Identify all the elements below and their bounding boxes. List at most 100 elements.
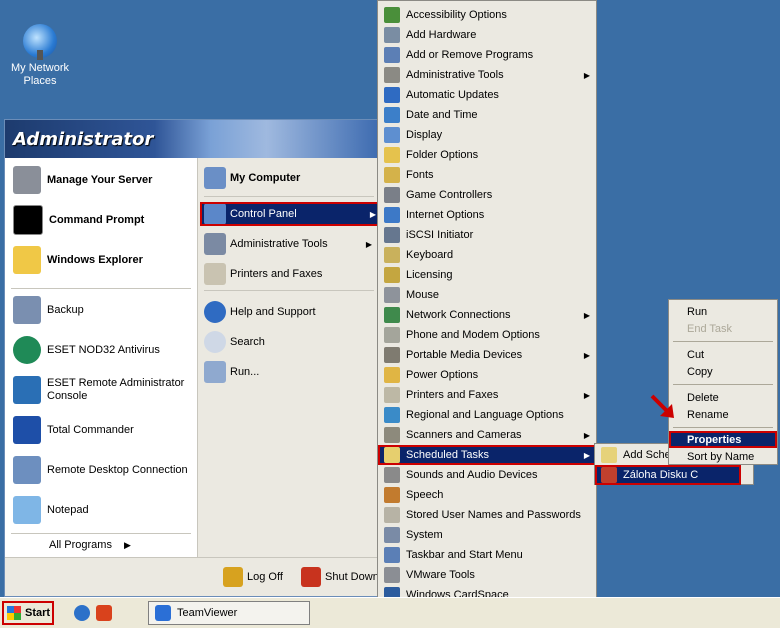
zaloha-disku-c-item[interactable]: Záloha Disku C [595, 465, 741, 485]
control-panel-item[interactable]: Licensing [378, 265, 596, 285]
ctx-label: Cut [687, 348, 705, 361]
floppy-icon [13, 416, 41, 444]
control-panel-item[interactable]: Scanners and Cameras ▶ [378, 425, 596, 445]
windows-explorer-item[interactable]: Windows Explorer [13, 244, 143, 276]
start-button[interactable]: Start [2, 601, 54, 625]
printers-faxes-item[interactable]: Printers and Faxes [204, 262, 376, 286]
control-panel-applet-icon [384, 567, 400, 583]
item-label: Command Prompt [49, 214, 145, 226]
internet-explorer-icon[interactable] [74, 605, 90, 621]
ctx-cut[interactable]: Cut [669, 346, 777, 363]
control-panel-item[interactable]: Keyboard [378, 245, 596, 265]
arrow-right-icon: ▶ [583, 450, 590, 460]
eset-nod32-item[interactable]: ESET NOD32 Antivirus [13, 334, 160, 366]
item-label: Licensing [406, 269, 453, 281]
quick-launch-icon[interactable] [96, 605, 112, 621]
control-panel-item[interactable]: Phone and Modem Options [378, 325, 596, 345]
ctx-properties[interactable]: Properties [669, 431, 777, 448]
ctx-delete[interactable]: Delete [669, 389, 777, 406]
ctx-sort-by-name[interactable]: Sort by Name [669, 448, 777, 465]
remote-desktop-item[interactable]: Remote Desktop Connection [13, 454, 188, 486]
start-menu-left-pane: Manage Your Server Command Prompt Window… [5, 158, 197, 558]
control-panel-item[interactable]: Game Controllers [378, 185, 596, 205]
control-panel-item[interactable]: Sounds and Audio Devices [378, 465, 596, 485]
administrative-tools-item[interactable]: Administrative Tools ▶ [204, 232, 376, 256]
ctx-run[interactable]: Run [669, 303, 777, 320]
control-panel-item[interactable]: Portable Media Devices ▶ [378, 345, 596, 365]
item-label: Internet Options [406, 209, 485, 221]
control-panel-applet-icon [384, 547, 400, 563]
control-panel-applet-icon [384, 147, 400, 163]
control-panel-item[interactable]: Add or Remove Programs [378, 45, 596, 65]
my-computer-item[interactable]: My Computer [204, 166, 376, 190]
network-globe-icon [23, 24, 57, 60]
teamviewer-taskbar-button[interactable]: TeamViewer [148, 601, 310, 625]
control-panel-item[interactable]: Stored User Names and Passwords [378, 505, 596, 525]
control-panel-item[interactable]: System [378, 525, 596, 545]
notepad-item[interactable]: Notepad [13, 494, 89, 526]
ctx-label: End Task [687, 322, 733, 335]
context-menu: Run End Task Cut Copy Delete Rename Prop… [668, 299, 778, 465]
control-panel-item[interactable]: Automatic Updates [378, 85, 596, 105]
add-task-icon [601, 447, 617, 463]
control-panel-item[interactable]: Power Options [378, 365, 596, 385]
control-panel-item[interactable]: Fonts [378, 165, 596, 185]
item-label: VMware Tools [406, 569, 475, 581]
control-panel-applet-icon [384, 27, 400, 43]
manage-your-server-item[interactable]: Manage Your Server [13, 164, 152, 196]
ctx-rename[interactable]: Rename [669, 406, 777, 423]
desktop-icon-my-network-places[interactable]: My Network Places [8, 24, 72, 88]
item-label: ESET Remote Administrator Console [47, 377, 185, 402]
control-panel-item[interactable]: Display [378, 125, 596, 145]
computer-icon [204, 167, 226, 189]
run-item[interactable]: Run... [204, 360, 376, 384]
backup-item[interactable]: Backup [13, 294, 84, 326]
item-label: Backup [47, 304, 84, 316]
eset-remote-admin-item[interactable]: ESET Remote Administrator Console [13, 374, 193, 406]
item-label: Add or Remove Programs [406, 49, 534, 61]
control-panel-applet-icon [384, 487, 400, 503]
control-panel-item[interactable]: Taskbar and Start Menu [378, 545, 596, 565]
item-label: Folder Options [406, 149, 479, 161]
control-panel-applet-icon [384, 347, 400, 363]
control-panel-item[interactable]: Scheduled Tasks ▶ [378, 445, 596, 465]
item-label: Speech [406, 489, 444, 501]
help-support-item[interactable]: Help and Support [204, 300, 376, 324]
control-panel-item[interactable]: Accessibility Options [378, 5, 596, 25]
control-panel-item[interactable]: Regional and Language Options [378, 405, 596, 425]
item-label: Administrative Tools [406, 69, 504, 81]
ctx-copy[interactable]: Copy [669, 363, 777, 380]
item-label: iSCSI Initiator [406, 229, 474, 241]
control-panel-item[interactable]: Add Hardware [378, 25, 596, 45]
item-label: Power Options [406, 369, 479, 381]
arrow-right-icon: ▶ [583, 430, 590, 440]
total-commander-item[interactable]: Total Commander [13, 414, 134, 446]
item-label: My Computer [230, 172, 301, 184]
ctx-label: Copy [687, 365, 713, 378]
control-panel-item[interactable]: Control Panel ▶ [200, 202, 380, 226]
item-label: Printers and Faxes [406, 389, 499, 401]
control-panel-item[interactable]: VMware Tools [378, 565, 596, 585]
item-label: Sounds and Audio Devices [406, 469, 538, 481]
control-panel-item[interactable]: iSCSI Initiator [378, 225, 596, 245]
shut-down-button[interactable]: Shut Down [301, 567, 379, 587]
taskbar: Start TeamViewer [0, 597, 780, 628]
all-programs-item[interactable]: All Programs ▶ [49, 534, 131, 556]
control-panel-item[interactable]: Administrative Tools ▶ [378, 65, 596, 85]
control-panel-applet-icon [384, 127, 400, 143]
control-panel-item[interactable]: Mouse [378, 285, 596, 305]
control-panel-applet-icon [384, 527, 400, 543]
shut-down-label: Shut Down [325, 571, 379, 583]
control-panel-item[interactable]: Date and Time [378, 105, 596, 125]
log-off-button[interactable]: Log Off [223, 567, 283, 587]
control-panel-item[interactable]: Network Connections ▶ [378, 305, 596, 325]
control-panel-applet-icon [384, 407, 400, 423]
control-panel-item[interactable]: Internet Options [378, 205, 596, 225]
item-label: Search [230, 336, 265, 348]
control-panel-item[interactable]: Printers and Faxes ▶ [378, 385, 596, 405]
control-panel-item[interactable]: Folder Options [378, 145, 596, 165]
command-prompt-item[interactable]: Command Prompt [13, 204, 144, 236]
search-item[interactable]: Search [204, 330, 376, 354]
control-panel-item[interactable]: Speech [378, 485, 596, 505]
control-panel-applet-icon [384, 307, 400, 323]
